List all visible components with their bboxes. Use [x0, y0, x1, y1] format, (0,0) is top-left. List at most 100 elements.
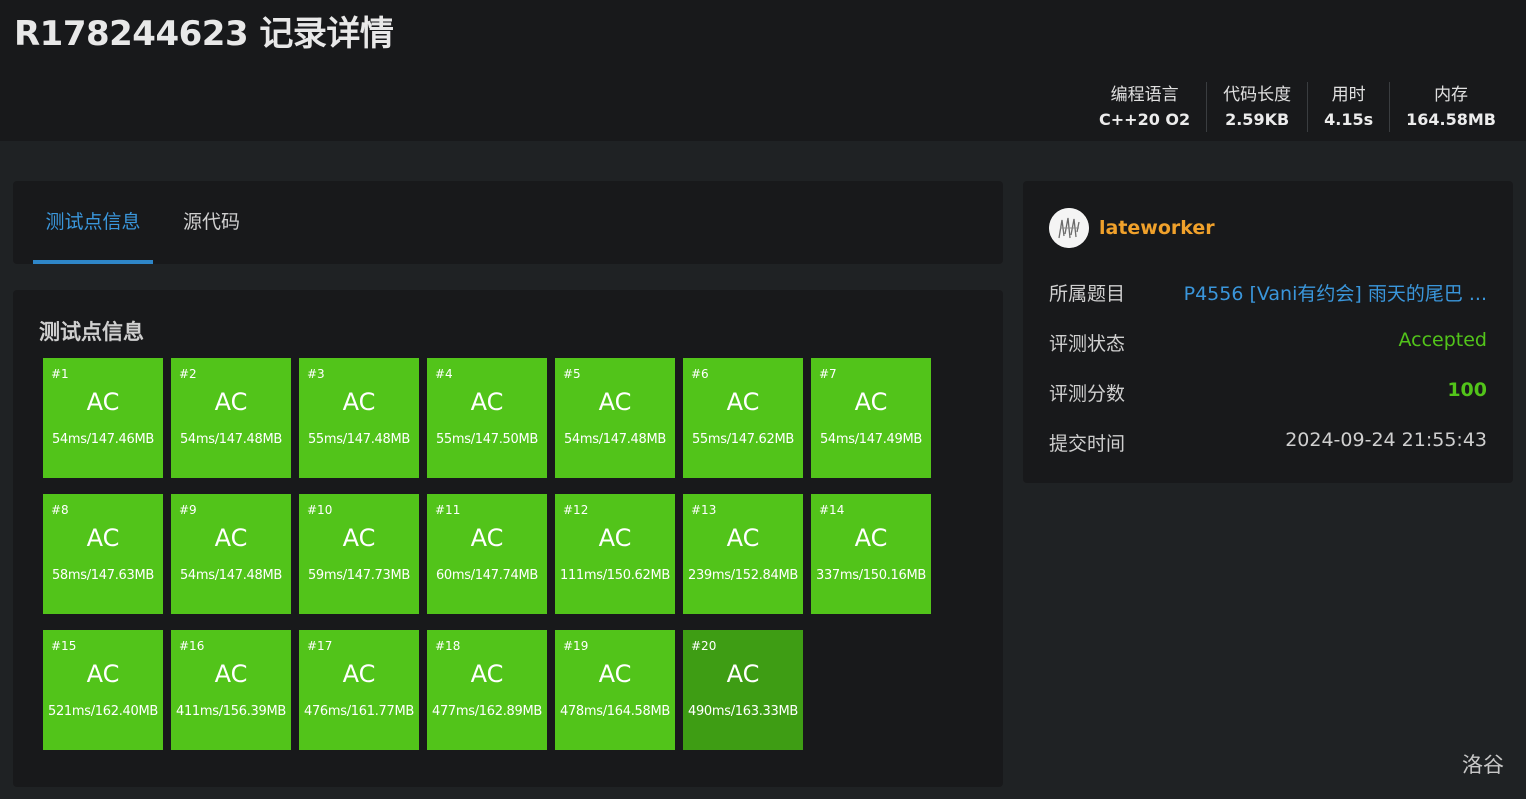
username-link[interactable]: lateworker — [1099, 217, 1215, 239]
stat-code-length: 代码长度 2.59KB — [1206, 82, 1307, 132]
submission-info-card: lateworker 所属题目 P4556 [Vani有约会] 雨天的尾巴 ..… — [1023, 181, 1513, 483]
testcase-time-memory: 55ms/147.62MB — [691, 432, 795, 447]
page-title: R178244623 记录详情 — [14, 14, 394, 54]
testcase-tile[interactable]: #13 AC 239ms/152.84MB — [683, 494, 803, 614]
testcase-id: #14 — [819, 503, 845, 517]
testcase-id: #10 — [307, 503, 333, 517]
stat-value: C++20 O2 — [1099, 110, 1191, 129]
testcase-time-memory: 54ms/147.48MB — [179, 568, 283, 583]
testcase-id: #3 — [307, 367, 325, 381]
testcase-tile[interactable]: #17 AC 476ms/161.77MB — [299, 630, 419, 750]
testcase-status: AC — [342, 388, 376, 416]
testcase-id: #15 — [51, 639, 77, 653]
testcase-time-memory: 59ms/147.73MB — [307, 568, 411, 583]
testcase-time-memory: 521ms/162.40MB — [47, 704, 159, 719]
testcase-id: #19 — [563, 639, 589, 653]
testcase-tile[interactable]: #10 AC 59ms/147.73MB — [299, 494, 419, 614]
site-logo-text: 洛谷 — [1462, 753, 1504, 777]
stat-label: 代码长度 — [1223, 85, 1292, 105]
testcase-status: AC — [342, 524, 376, 552]
testcase-tile[interactable]: #20 AC 490ms/163.33MB — [683, 630, 803, 750]
testcase-id: #11 — [435, 503, 461, 517]
testcase-status: AC — [214, 524, 248, 552]
testcase-id: #7 — [819, 367, 837, 381]
stat-value: 4.15s — [1324, 110, 1374, 129]
testcase-status: AC — [598, 524, 632, 552]
testcase-tile[interactable]: #15 AC 521ms/162.40MB — [43, 630, 163, 750]
tab-testcases[interactable]: 测试点信息 — [33, 181, 153, 264]
testcase-status: AC — [342, 660, 376, 688]
testcase-id: #6 — [691, 367, 709, 381]
testcase-tile[interactable]: #3 AC 55ms/147.48MB — [299, 358, 419, 478]
tab-source-code[interactable]: 源代码 — [183, 181, 240, 264]
testcase-status: AC — [214, 660, 248, 688]
problem-link[interactable]: P4556 [Vani有约会] 雨天的尾巴 ... — [1184, 279, 1487, 306]
testcases-title: 测试点信息 — [39, 320, 144, 344]
stat-language: 编程语言 C++20 O2 — [1083, 82, 1206, 132]
testcase-time-memory: 54ms/147.48MB — [563, 432, 667, 447]
testcase-status: AC — [470, 660, 504, 688]
stat-value: 2.59KB — [1225, 110, 1290, 129]
testcase-status: AC — [470, 388, 504, 416]
testcase-tile[interactable]: #4 AC 55ms/147.50MB — [427, 358, 547, 478]
testcase-id: #9 — [179, 503, 197, 517]
info-row-problem: 所属题目 P4556 [Vani有约会] 雨天的尾巴 ... — [1049, 279, 1487, 309]
testcase-status: AC — [598, 388, 632, 416]
tabs-card: 测试点信息 源代码 — [13, 181, 1003, 264]
testcase-tile[interactable]: #16 AC 411ms/156.39MB — [171, 630, 291, 750]
row-label: 评测状态 — [1049, 333, 1126, 355]
testcase-id: #12 — [563, 503, 589, 517]
testcase-tile[interactable]: #9 AC 54ms/147.48MB — [171, 494, 291, 614]
testcase-tile[interactable]: #12 AC 111ms/150.62MB — [555, 494, 675, 614]
testcase-tile[interactable]: #6 AC 55ms/147.62MB — [683, 358, 803, 478]
testcase-id: #8 — [51, 503, 69, 517]
testcase-time-memory: 111ms/150.62MB — [559, 568, 671, 583]
testcase-time-memory: 58ms/147.63MB — [51, 568, 155, 583]
testcase-time-memory: 490ms/163.33MB — [687, 704, 799, 719]
testcases-card: 测试点信息 #1 AC 54ms/147.46MB #2 AC 54ms/147.48MB… — [13, 290, 1003, 787]
testcase-time-memory: 54ms/147.49MB — [819, 432, 923, 447]
row-label: 提交时间 — [1049, 433, 1126, 455]
testcase-tile[interactable]: #8 AC 58ms/147.63MB — [43, 494, 163, 614]
testcase-time-memory: 54ms/147.46MB — [51, 432, 155, 447]
testcase-status: AC — [726, 660, 760, 688]
testcase-status: AC — [86, 660, 120, 688]
testcase-id: #5 — [563, 367, 581, 381]
testcase-id: #13 — [691, 503, 717, 517]
testcase-tile[interactable]: #18 AC 477ms/162.89MB — [427, 630, 547, 750]
testcase-tile[interactable]: #14 AC 337ms/150.16MB — [811, 494, 931, 614]
testcase-time-memory: 337ms/150.16MB — [815, 568, 927, 583]
testcase-status: AC — [854, 388, 888, 416]
testcase-time-memory: 478ms/164.58MB — [559, 704, 671, 719]
stat-label: 用时 — [1331, 85, 1366, 105]
testcase-time-memory: 60ms/147.74MB — [435, 568, 539, 583]
testcase-time-memory: 55ms/147.50MB — [435, 432, 539, 447]
info-row-status: 评测状态 Accepted — [1049, 329, 1487, 359]
testcase-status: AC — [86, 388, 120, 416]
testcase-status: AC — [470, 524, 504, 552]
testcase-tile[interactable]: #7 AC 54ms/147.49MB — [811, 358, 931, 478]
user-avatar-icon[interactable] — [1049, 208, 1089, 248]
testcase-tile[interactable]: #19 AC 478ms/164.58MB — [555, 630, 675, 750]
testcase-time-memory: 54ms/147.48MB — [179, 432, 283, 447]
row-label: 评测分数 — [1049, 383, 1126, 405]
testcase-tile[interactable]: #2 AC 54ms/147.48MB — [171, 358, 291, 478]
testcase-status: AC — [726, 388, 760, 416]
testcase-tile[interactable]: #1 AC 54ms/147.46MB — [43, 358, 163, 478]
stat-value: 164.58MB — [1406, 110, 1496, 129]
testcase-time-memory: 55ms/147.48MB — [307, 432, 411, 447]
testcase-tile[interactable]: #5 AC 54ms/147.48MB — [555, 358, 675, 478]
testcase-id: #16 — [179, 639, 205, 653]
info-row-submit-time: 提交时间 2024-09-24 21:55:43 — [1049, 429, 1487, 459]
testcase-time-memory: 239ms/152.84MB — [687, 568, 799, 583]
testcase-status: AC — [86, 524, 120, 552]
stat-label: 内存 — [1434, 85, 1469, 105]
page-header: R178244623 记录详情 编程语言 C++20 O2 代码长度 2.59K… — [0, 0, 1526, 141]
testcase-tile[interactable]: #11 AC 60ms/147.74MB — [427, 494, 547, 614]
testcase-status: AC — [854, 524, 888, 552]
testcase-status: AC — [726, 524, 760, 552]
testcase-id: #18 — [435, 639, 461, 653]
testcase-id: #4 — [435, 367, 453, 381]
testcase-id: #17 — [307, 639, 333, 653]
testcase-time-memory: 411ms/156.39MB — [175, 704, 287, 719]
